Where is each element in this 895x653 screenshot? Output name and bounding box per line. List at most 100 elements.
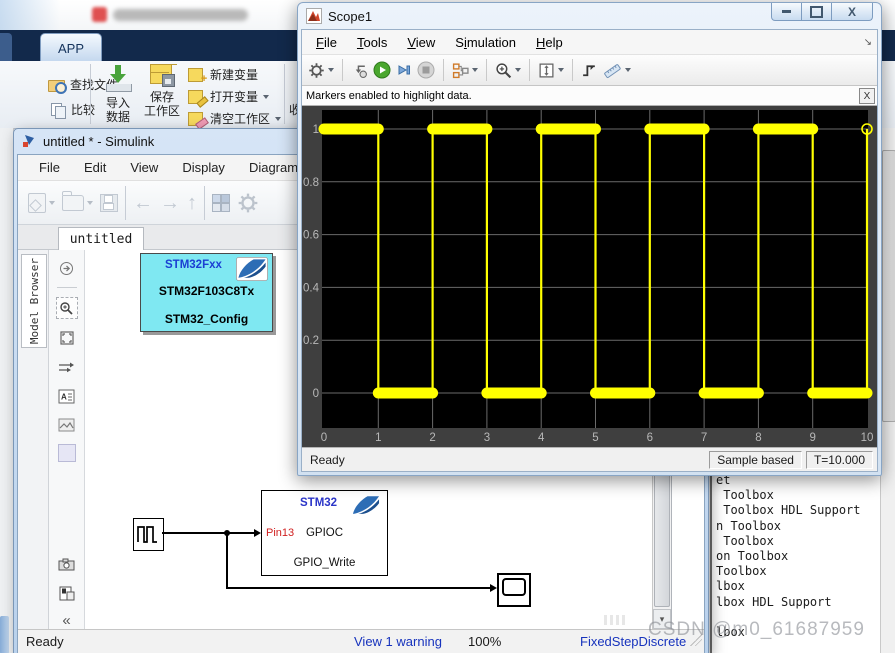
toolbox-output-lines: et Toolbox Toolbox HDL Support n Toolbox … xyxy=(716,473,861,640)
zoom-in-icon xyxy=(496,62,512,78)
background-scrollbar-fragment xyxy=(0,616,9,653)
import-data-button[interactable]: 导入 数据 xyxy=(98,63,138,124)
screenshot-camera-icon[interactable] xyxy=(57,554,77,574)
autoscale-icon xyxy=(539,62,554,78)
zoom-caret-icon xyxy=(515,68,521,72)
save-model-icon xyxy=(100,193,118,212)
compare-icon xyxy=(50,102,66,119)
menu-view[interactable]: View xyxy=(397,35,445,50)
scope-app-icon xyxy=(306,8,322,24)
st-logo-icon xyxy=(352,496,380,514)
model-settings-gear-icon[interactable] xyxy=(237,192,259,214)
menu-view[interactable]: View xyxy=(119,160,169,175)
annotation-icon[interactable]: A xyxy=(57,386,77,406)
hide-browser-icon[interactable] xyxy=(57,258,77,278)
back-button[interactable]: ← xyxy=(133,193,153,213)
toolbar-separator xyxy=(486,59,487,81)
banner-close-button[interactable]: X xyxy=(859,88,875,104)
area-box-icon[interactable] xyxy=(57,444,76,462)
menu-overflow-icon[interactable]: ↘ xyxy=(864,37,872,48)
collapse-palette-icon[interactable]: « xyxy=(62,612,70,629)
gpio-write-block[interactable]: STM32 Pin13 GPIOC GPIO_Write xyxy=(261,490,388,576)
forward-button[interactable]: → xyxy=(160,193,180,213)
save-model-button[interactable] xyxy=(100,193,118,212)
open-model-caret-icon xyxy=(87,200,93,205)
zoom-tool-icon[interactable] xyxy=(55,297,78,319)
clear-workspace-icon xyxy=(188,111,209,130)
import-label-line2: 数据 xyxy=(105,110,130,124)
stop-button[interactable] xyxy=(417,61,435,79)
menu-file[interactable]: File xyxy=(28,160,71,175)
output-line: lbox xyxy=(716,579,745,594)
step-forward-button[interactable] xyxy=(396,62,412,78)
editor-palette: A « xyxy=(49,250,85,629)
minimize-button[interactable] xyxy=(771,3,802,21)
autoscale-button[interactable] xyxy=(538,62,564,79)
open-variable-button[interactable]: 打开变量 xyxy=(188,88,270,108)
signal-routing-icon[interactable] xyxy=(57,357,77,377)
gear-icon xyxy=(309,62,324,78)
scope-statusbar: Ready Sample based T=10.000 xyxy=(302,447,877,471)
desktop-left-margin xyxy=(0,128,14,653)
new-variable-label: 新建变量 xyxy=(210,68,259,82)
palette-separator xyxy=(56,287,77,288)
model-browser-tab[interactable]: Model Browser xyxy=(21,254,47,348)
up-button[interactable]: ↑ xyxy=(187,193,197,213)
open-model-button[interactable] xyxy=(61,190,93,211)
menu-file[interactable]: File xyxy=(306,35,347,50)
pulse-generator-block[interactable] xyxy=(133,518,164,551)
viewmarks-icon[interactable] xyxy=(57,583,77,603)
menu-edit[interactable]: Edit xyxy=(73,160,117,175)
scope-sink-block[interactable] xyxy=(497,573,531,607)
output-panel-scrollbar[interactable] xyxy=(880,128,895,653)
save-workspace-button[interactable]: 保存 工作区 xyxy=(140,63,184,118)
measurements-button[interactable] xyxy=(603,62,631,79)
signal-selector-button[interactable] xyxy=(452,62,478,79)
close-button[interactable]: X xyxy=(831,3,873,21)
menu-help[interactable]: Help xyxy=(526,35,573,50)
branch-wire-vertical[interactable] xyxy=(226,533,228,588)
x-tick-label: 8 xyxy=(755,432,761,444)
ribbon-separator xyxy=(90,64,91,124)
run-button[interactable] xyxy=(373,61,391,79)
new-model-button[interactable] xyxy=(28,192,55,213)
open-variable-caret-icon xyxy=(263,94,270,99)
branch-wire-horizontal[interactable] xyxy=(226,587,490,589)
output-line: Toolbox xyxy=(716,533,774,548)
signal-wire[interactable] xyxy=(162,532,256,534)
output-line: n Toolbox xyxy=(716,518,782,533)
menu-display[interactable]: Display xyxy=(171,160,236,175)
scope-status-mode: Sample based xyxy=(709,450,802,469)
x-tick-label: 5 xyxy=(592,432,598,444)
x-tick-label: 9 xyxy=(809,432,815,444)
menu-tools[interactable]: Tools xyxy=(347,35,397,50)
scope-chart: 0 1 2 3 4 5 6 7 8 9 10 0 0.2 0.4 0.6 0.8 1 xyxy=(303,110,873,444)
restore-button[interactable] xyxy=(802,3,831,21)
highlight-block-button[interactable] xyxy=(351,62,368,79)
stm32-config-block[interactable]: STM32Fxx STM32F103C8Tx STM32_Config xyxy=(140,253,273,332)
window-controls: X xyxy=(771,3,873,21)
view-warning-link[interactable]: View 1 warning xyxy=(354,634,442,649)
model-browser-label: Model Browser xyxy=(27,257,41,345)
image-annotation-icon[interactable] xyxy=(57,415,77,435)
compare-button[interactable]: 比较 xyxy=(50,101,95,119)
app-tab-label: APP xyxy=(57,40,84,56)
output-panel-scrollbar-thumb[interactable] xyxy=(882,150,895,422)
fit-to-view-icon[interactable] xyxy=(57,328,77,348)
save-ws-label-line1: 保存 xyxy=(149,90,174,104)
zoom-button[interactable] xyxy=(495,62,521,79)
toolstrip-tab-partial[interactable] xyxy=(0,33,12,61)
parameters-button[interactable] xyxy=(308,62,334,79)
trigger-button[interactable] xyxy=(581,62,598,79)
toolbar-separator xyxy=(342,59,343,81)
clear-workspace-button[interactable]: 清空工作区 xyxy=(188,110,282,130)
gpio-brand-label: STM32 xyxy=(300,497,338,509)
library-browser-button[interactable] xyxy=(212,193,230,212)
x-tick-label: 6 xyxy=(647,432,653,444)
new-variable-button[interactable]: + 新建变量 xyxy=(188,66,259,85)
wire-arrowhead xyxy=(254,529,261,537)
scope-plot-area[interactable]: 0 1 2 3 4 5 6 7 8 9 10 0 0.2 0.4 0.6 0.8 1 xyxy=(302,106,877,447)
toolstrip-tab-app[interactable]: APP xyxy=(40,33,102,62)
menu-simulation[interactable]: Simulation xyxy=(445,35,526,50)
model-tab-untitled[interactable]: untitled xyxy=(58,227,144,250)
